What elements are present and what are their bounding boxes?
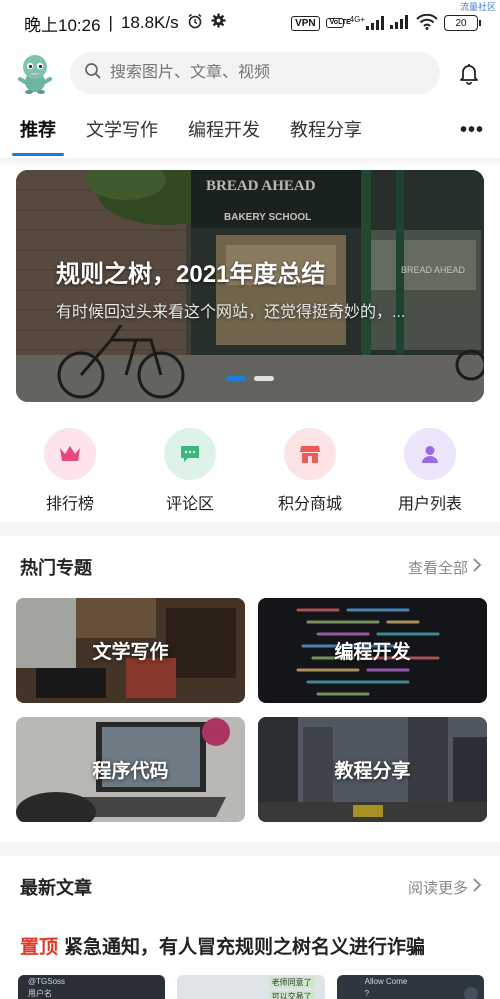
user-icon — [404, 428, 456, 480]
quick-shop-label: 积分商城 — [277, 496, 342, 513]
tab-recommend[interactable]: 推荐 — [12, 100, 64, 158]
signal-icon-2 — [390, 14, 410, 32]
quick-ranking-label: 排行榜 — [45, 496, 94, 513]
carousel-dots — [226, 376, 274, 381]
article-thumb-2[interactable]: 老师同意了 可以交易了 — [177, 975, 325, 999]
category-tabs: 推荐 文学写作 编程开发 教程分享 ••• — [0, 100, 500, 158]
quick-shop[interactable]: 积分商城 — [260, 428, 360, 520]
topic-card-tutorial[interactable]: 教程分享 — [258, 717, 487, 822]
quick-entries: 排行榜 评论区 积分商城 用户列表 — [0, 402, 500, 520]
hot-topics-header: 热门专题 查看全部 — [0, 536, 500, 598]
app-header — [0, 46, 500, 100]
banner-carousel[interactable]: BREAD AHEAD BAKERY SCHOOL BREAD AHEAD 规则… — [16, 170, 484, 402]
status-speed: 18.8K/s — [120, 13, 179, 32]
corner-tag: 流量社区 — [459, 2, 496, 12]
thumb3-text-b: ? — [364, 989, 370, 998]
status-separator: | — [108, 13, 113, 32]
app-logo[interactable] — [16, 51, 56, 95]
alarm-icon — [187, 13, 203, 34]
crown-icon — [44, 428, 96, 480]
share-icon — [463, 987, 478, 999]
status-right: VPN VoLTE 4G+ 20 — [291, 13, 481, 33]
thumb2-text-a: 老师同意了 — [268, 977, 315, 988]
status-bar: 晚上10:26 | 18.8K/s VPN VoLTE 4G+ 20 流量社区 — [0, 0, 500, 46]
latest-title: 最新文章 — [20, 878, 92, 898]
quick-users[interactable]: 用户列表 — [380, 428, 480, 520]
topic-tutorial-label: 教程分享 — [334, 761, 411, 782]
network-type: 4G+ — [349, 15, 365, 24]
tab-programming[interactable]: 编程开发 — [188, 100, 260, 158]
latest-header: 最新文章 阅读更多 — [0, 856, 500, 918]
chevron-right-icon — [472, 878, 482, 896]
more-icon[interactable]: ••• — [460, 119, 484, 142]
carousel-dot-1[interactable] — [226, 376, 246, 381]
thumb3-text-a: Allow Come — [364, 977, 408, 986]
article-title-text: 紧急通知，有人冒充规则之树名义进行诈骗 — [64, 937, 426, 958]
topic-card-programming[interactable]: 编程开发 — [258, 598, 487, 703]
read-more-link[interactable]: 阅读更多 — [408, 877, 482, 898]
section-separator — [0, 522, 500, 536]
gear-icon — [211, 13, 226, 33]
quick-comments[interactable]: 评论区 — [140, 428, 240, 520]
search-bar[interactable] — [70, 52, 440, 94]
tabs-divider — [0, 158, 500, 168]
view-all-link[interactable]: 查看全部 — [408, 557, 482, 578]
quick-ranking[interactable]: 排行榜 — [20, 428, 120, 520]
topic-literature-label: 文学写作 — [92, 642, 169, 663]
pinned-article-title[interactable]: 置顶 紧急通知，有人冒充规则之树名义进行诈骗 — [0, 918, 500, 959]
shop-icon — [284, 428, 336, 480]
thumb1-text-a: @TGSoss — [28, 977, 66, 986]
topic-card-code[interactable]: 程序代码 — [16, 717, 245, 822]
chat-bubble-icon — [164, 428, 216, 480]
signal-icon: 4G+ — [349, 15, 384, 30]
volte-badge: VoLTE — [325, 18, 351, 28]
search-input[interactable] — [110, 64, 426, 82]
bell-icon[interactable] — [454, 58, 484, 88]
topic-programming-label: 编程开发 — [334, 642, 411, 663]
search-icon — [84, 62, 102, 85]
hot-topics-title: 热门专题 — [20, 558, 92, 578]
article-thumbnails: @TGSoss 用户名 通知 老师同意了 可以交易了 Allow Come ? — [0, 959, 500, 999]
article-thumb-3[interactable]: Allow Come ? — [336, 975, 484, 999]
topic-code-label: 程序代码 — [92, 761, 169, 782]
topic-grid: 文学写作 编程开发 程序代码 教程分享 — [0, 598, 500, 822]
pinned-badge: 置顶 — [20, 937, 59, 958]
quick-users-label: 用户列表 — [397, 496, 462, 513]
vpn-badge: VPN — [291, 15, 320, 31]
topic-card-literature[interactable]: 文学写作 — [16, 598, 245, 703]
status-left: 晚上10:26 | 18.8K/s — [24, 11, 226, 36]
tab-tutorial[interactable]: 教程分享 — [290, 100, 362, 158]
status-time: 晚上10:26 — [24, 15, 101, 35]
battery-indicator: 20 — [444, 15, 481, 31]
view-all-label: 查看全部 — [407, 559, 468, 577]
read-more-label: 阅读更多 — [407, 879, 468, 897]
banner-title: 规则之树，2021年度总结 — [56, 261, 326, 288]
banner-subtitle: 有时候回过头来看这个网站，还觉得挺奇妙的，... — [56, 304, 406, 321]
article-thumb-1[interactable]: @TGSoss 用户名 通知 — [18, 975, 166, 999]
chevron-right-icon — [472, 558, 482, 576]
carousel-dot-2[interactable] — [254, 376, 274, 381]
thumb1-text-b: 用户名 — [28, 989, 52, 998]
thumb2-text-b: 可以交易了 — [268, 991, 315, 999]
section-separator-2 — [0, 842, 500, 856]
quick-comments-label: 评论区 — [165, 496, 214, 513]
tab-literature[interactable]: 文学写作 — [86, 100, 158, 158]
wifi-icon — [416, 13, 438, 33]
